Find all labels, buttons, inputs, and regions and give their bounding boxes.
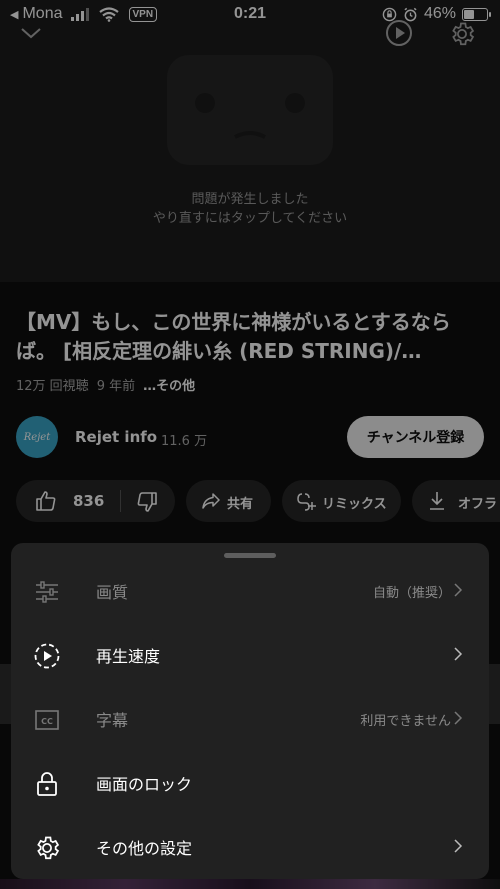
playback-speed-row[interactable]: 再生速度	[11, 625, 489, 685]
quality-label: 画質	[96, 583, 129, 602]
more-settings-label: その他の設定	[96, 839, 193, 858]
lock-icon	[37, 772, 57, 796]
playback-speed-label: 再生速度	[96, 647, 161, 666]
captions-value: 利用できません	[360, 714, 451, 729]
gear-icon	[37, 836, 60, 860]
captions-row[interactable]: CC 字幕 利用できません	[11, 689, 489, 749]
screen-lock-row[interactable]: 画面のロック	[11, 753, 489, 813]
playback-speed-icon	[34, 643, 60, 669]
chevron-right-icon	[454, 711, 463, 725]
chevron-right-icon	[454, 839, 463, 853]
settings-sheet: 画質 自動（推奨） 再生速度 CC 字幕 利用できません 画面のロック その他の…	[11, 543, 489, 879]
sliders-icon	[36, 581, 58, 603]
chevron-right-icon	[454, 647, 463, 661]
svg-text:CC: CC	[41, 717, 53, 726]
cc-icon: CC	[35, 710, 59, 730]
chevron-right-icon	[454, 583, 463, 597]
screen-lock-label: 画面のロック	[96, 775, 193, 794]
more-settings-row[interactable]: その他の設定	[11, 817, 489, 877]
captions-label: 字幕	[96, 711, 129, 730]
quality-row[interactable]: 画質 自動（推奨）	[11, 561, 489, 621]
quality-value: 自動（推奨）	[372, 586, 451, 601]
sheet-drag-handle[interactable]	[224, 553, 276, 558]
